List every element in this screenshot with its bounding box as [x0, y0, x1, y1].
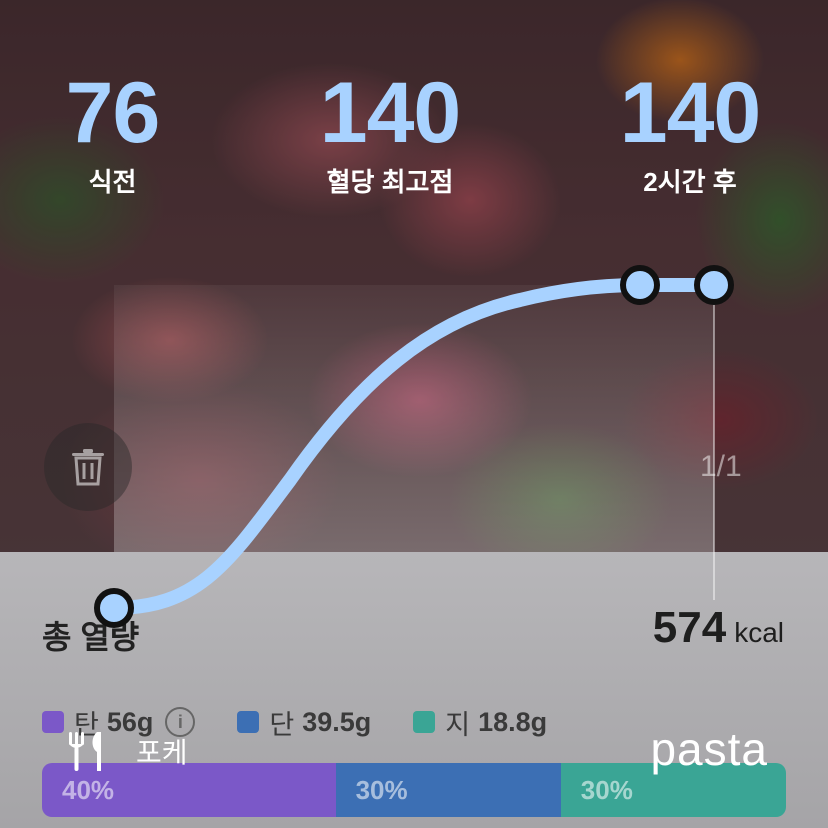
- protein-swatch: [237, 711, 260, 733]
- carbs-swatch: [42, 711, 64, 733]
- kcal-value: 574: [652, 603, 727, 652]
- peak-value: 140: [319, 65, 462, 161]
- trash-icon: [72, 449, 104, 486]
- food-name-label: 포케: [136, 737, 188, 768]
- protein-value: 39.5g: [302, 706, 372, 737]
- fat-label: 지: [445, 709, 471, 740]
- stat-before-meal: 76 식전: [40, 68, 185, 199]
- curve-area-fill: [114, 285, 714, 560]
- protein-label: 단: [269, 709, 295, 740]
- photo-pager: 1/1: [700, 450, 742, 483]
- peak-label: 혈당 최고점: [326, 167, 454, 197]
- fat-swatch: [413, 711, 436, 733]
- fork-knife-icon: [69, 732, 101, 771]
- kcal-unit: kcal: [734, 617, 784, 648]
- after-2h-label: 2시간 후: [643, 167, 737, 197]
- stat-peak: 140 혈당 최고점: [300, 68, 480, 199]
- brand-logo: pasta: [650, 723, 768, 775]
- stat-2h-after: 140 2시간 후: [600, 68, 780, 199]
- food-name: 포케: [66, 730, 188, 772]
- after-2h-value: 140: [619, 65, 762, 161]
- macro-protein: 단 39.5g: [237, 703, 371, 742]
- before-meal-label: 식전: [88, 167, 137, 197]
- fat-value: 18.8g: [478, 706, 548, 737]
- before-meal-value: 76: [65, 65, 161, 161]
- total-calories: 574 kcal: [653, 603, 784, 653]
- protein-ratio-segment: 30%: [335, 763, 561, 817]
- delete-button[interactable]: [44, 423, 132, 511]
- total-calories-title: 총 열량: [42, 619, 140, 655]
- macro-fat: 지 18.8g: [413, 703, 547, 742]
